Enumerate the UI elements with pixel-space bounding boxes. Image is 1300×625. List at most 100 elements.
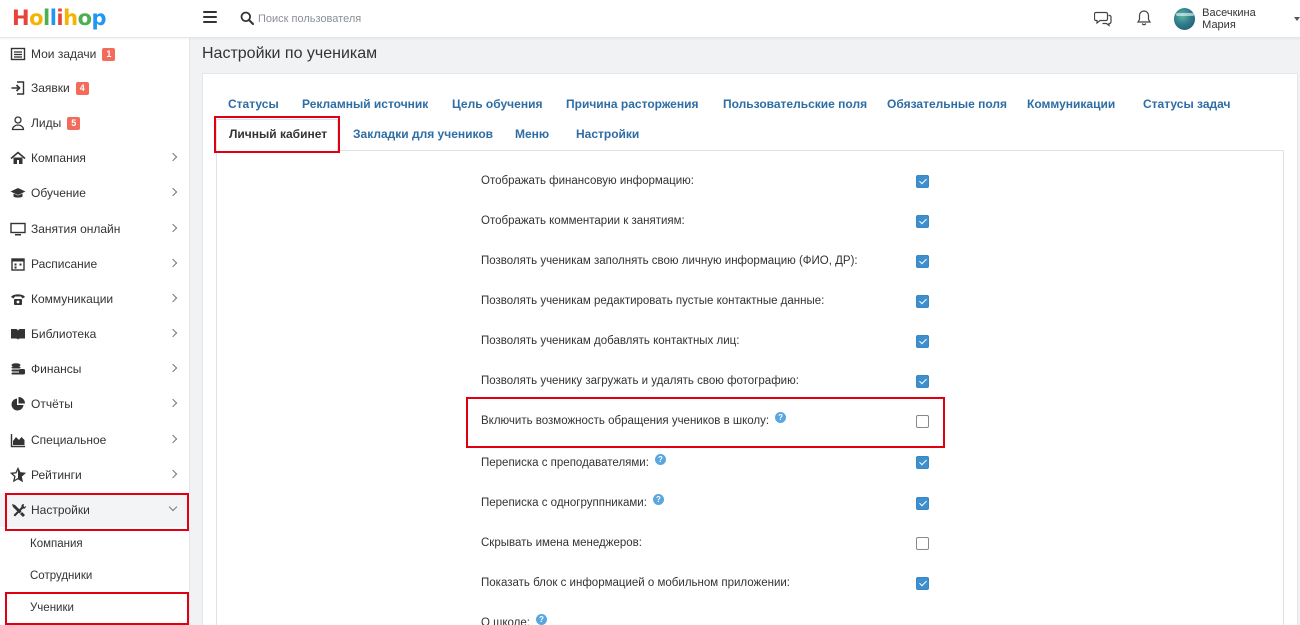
star-icon: [10, 467, 26, 483]
bell-icon[interactable]: [1136, 9, 1152, 27]
sidebar-item-settings[interactable]: Настройки: [0, 493, 190, 527]
checkbox-fill-personal-info[interactable]: [916, 255, 929, 268]
page-title: Настройки по ученикам: [202, 45, 378, 62]
tab-task-statuses[interactable]: Статусы задач: [1143, 97, 1230, 111]
checkbox-lesson-comments[interactable]: [916, 215, 929, 228]
logo-letter: p: [91, 6, 107, 30]
checkbox-mobile-app-block[interactable]: [916, 577, 929, 590]
sidebar-item-label: Финансы: [31, 362, 82, 376]
sidebar-item-label: Компания: [31, 151, 86, 165]
tab-termination-reason[interactable]: Причина расторжения: [566, 97, 698, 111]
sidebar-subitem-employees[interactable]: Сотрудники: [0, 561, 190, 591]
option-text: Позволять ученикам добавлять контактных …: [481, 335, 740, 347]
caret-down-icon: [1294, 17, 1300, 21]
help-icon[interactable]: ?: [652, 493, 664, 505]
chevron-right-icon: [168, 469, 178, 479]
checkbox-edit-contacts[interactable]: [916, 295, 929, 308]
chevron-right-icon: [168, 258, 178, 268]
chevron-right-icon: [168, 398, 178, 408]
checkbox-teacher-messages[interactable]: [916, 456, 929, 469]
tab-ad-source[interactable]: Рекламный источник: [302, 97, 428, 111]
tab-communications[interactable]: Коммуникации: [1027, 97, 1115, 111]
chevron-right-icon: [168, 434, 178, 444]
option-text: Позволять ученикам заполнять свою личную…: [481, 255, 858, 267]
help-icon[interactable]: ?: [654, 453, 666, 465]
sidebar-subitem-students[interactable]: Ученики: [0, 593, 190, 623]
sidebar-item-label: Заявки: [31, 81, 70, 95]
area-chart-icon: [10, 434, 25, 448]
chevron-right-icon: [168, 363, 178, 373]
sign-in-icon: [11, 81, 25, 95]
checkbox-school-appeals[interactable]: [916, 415, 929, 428]
option-text: Переписка с преподавателями:: [481, 457, 649, 469]
tab-statuses[interactable]: Статусы: [228, 97, 279, 111]
search-icon: [240, 11, 254, 25]
tab-custom-fields[interactable]: Пользовательские поля: [723, 97, 867, 111]
list-icon: [10, 47, 26, 61]
count-badge: 5: [67, 116, 81, 130]
tab-required-fields[interactable]: Обязательные поля: [887, 97, 1007, 111]
option-text: Отображать комментарии к занятиям:: [481, 215, 685, 227]
tab-learning-goal[interactable]: Цель обучения: [452, 97, 542, 111]
chevron-right-icon: [168, 152, 178, 162]
option-label-add-contact-persons: Позволять ученикам добавлять контактных …: [481, 335, 739, 347]
sidebar-item-label: Настройки: [31, 503, 90, 517]
chat-icon[interactable]: [1094, 9, 1112, 27]
option-label-edit-contacts: Позволять ученикам редактировать пустые …: [481, 295, 824, 307]
tab-settings[interactable]: Настройки: [576, 127, 639, 141]
monitor-icon: [10, 222, 26, 236]
option-text: Скрывать имена менеджеров:: [481, 537, 642, 549]
sidebar-item-label: Коммуникации: [31, 292, 114, 306]
logo[interactable]: H o l l i h o p: [12, 6, 107, 30]
phone-icon: [11, 294, 25, 305]
sidebar-item-schedule[interactable]: Расписание: [0, 247, 190, 281]
sidebar-item-label: Занятия онлайн: [31, 222, 121, 236]
sidebar-item-online-lessons[interactable]: Занятия онлайн: [0, 212, 190, 246]
chevron-right-icon: [168, 328, 178, 338]
sidebar-item-ratings[interactable]: Рейтинги: [0, 458, 190, 492]
sidebar-item-special[interactable]: Специальное: [0, 423, 190, 457]
sidebar-item-label: Отчёты: [31, 397, 73, 411]
sidebar-item-finance[interactable]: Финансы: [0, 352, 190, 386]
option-text: Отображать финансовую информацию:: [481, 175, 694, 187]
checkbox-hide-manager-names[interactable]: [916, 537, 929, 550]
sidebar-item-label: Лиды: [31, 116, 62, 130]
sidebar-item-leads[interactable]: Лиды 5: [0, 106, 190, 140]
tab-menu[interactable]: Меню: [515, 127, 549, 141]
sidebar-item-reports[interactable]: Отчёты: [0, 387, 190, 421]
option-label-groupmate-messages: Переписка с одногруппниками:?: [481, 493, 664, 509]
sidebar-item-company[interactable]: Компания: [0, 141, 190, 175]
checkbox-upload-photo[interactable]: [916, 375, 929, 388]
home-icon: [10, 151, 26, 164]
checkbox-add-contact-persons[interactable]: [916, 335, 929, 348]
option-text: Включить возможность обращения учеников …: [481, 415, 770, 427]
sidebar-item-education[interactable]: Обучение: [0, 176, 190, 210]
user-menu[interactable]: Васечкина Мария: [1174, 7, 1300, 31]
checkbox-finance-info[interactable]: [916, 175, 929, 188]
sidebar-item-communications[interactable]: Коммуникации: [0, 282, 190, 316]
option-label-lesson-comments: Отображать комментарии к занятиям:: [481, 215, 685, 227]
graduation-cap-icon: [10, 188, 26, 198]
tab-student-bookmarks[interactable]: Закладки для учеников: [353, 127, 493, 141]
option-label-teacher-messages: Переписка с преподавателями:?: [481, 453, 666, 469]
sidebar-item-label: Рейтинги: [31, 468, 82, 482]
help-icon[interactable]: ?: [535, 613, 547, 625]
sidebar-item-my-tasks[interactable]: Мои задачи 1: [0, 37, 190, 71]
checkbox-groupmate-messages[interactable]: [916, 497, 929, 510]
chevron-down-icon: [168, 502, 178, 512]
user-search-input[interactable]: [258, 9, 518, 29]
hamburger-menu-icon[interactable]: [203, 11, 217, 25]
sidebar-item-label: Мои задачи: [31, 47, 97, 61]
user-icon: [11, 116, 25, 131]
option-label-upload-photo: Позволять ученику загружать и удалять св…: [481, 375, 799, 387]
option-text: Позволять ученикам редактировать пустые …: [481, 295, 825, 307]
option-label-about-school: О школе:?: [481, 613, 547, 625]
tab-personal-account[interactable]: Личный кабинет: [229, 127, 327, 141]
sidebar-item-requests[interactable]: Заявки 4: [0, 71, 190, 105]
tab-content-panel: [216, 150, 1284, 625]
sidebar-item-library[interactable]: Библиотека: [0, 317, 190, 351]
sidebar-item-label: Специальное: [31, 433, 107, 447]
help-icon[interactable]: ?: [775, 411, 787, 423]
sidebar-subitem-company[interactable]: Компания: [0, 529, 190, 559]
option-text: О школе:: [481, 617, 530, 625]
